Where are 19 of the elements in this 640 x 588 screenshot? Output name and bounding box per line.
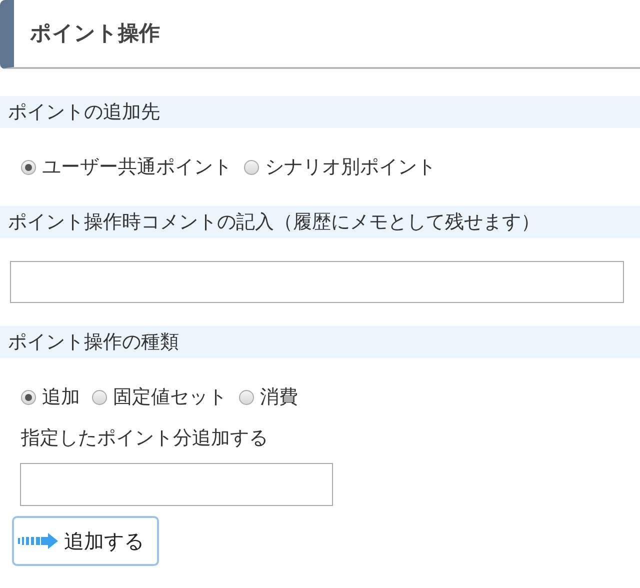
arrow-icon (16, 530, 60, 550)
points-field[interactable] (20, 462, 333, 506)
radio-button[interactable] (21, 390, 36, 404)
radio-option[interactable]: ユーザー共通ポイント (21, 152, 232, 182)
section-header: ポイントの追加先 (0, 96, 640, 128)
radio-button[interactable] (92, 390, 107, 404)
radio-option[interactable]: 消費 (239, 382, 298, 412)
page-title: ポイント操作 (30, 20, 160, 47)
radio-button[interactable] (244, 160, 259, 174)
comment-field[interactable] (10, 261, 624, 303)
hint-text: 指定したポイント分追加する (21, 427, 268, 449)
section-header: ポイント操作時コメントの記入（履歴にメモとして残せます） (0, 206, 640, 238)
radio-option[interactable]: 固定値セット (92, 382, 227, 412)
radio-button[interactable] (21, 160, 36, 174)
radio-option[interactable]: シナリオ別ポイント (244, 152, 436, 182)
radio-button[interactable] (239, 390, 254, 404)
add-button[interactable]: 追加する (12, 516, 159, 566)
radio-option[interactable]: 追加 (21, 382, 80, 412)
section-header: ポイント操作の種類 (0, 326, 640, 358)
